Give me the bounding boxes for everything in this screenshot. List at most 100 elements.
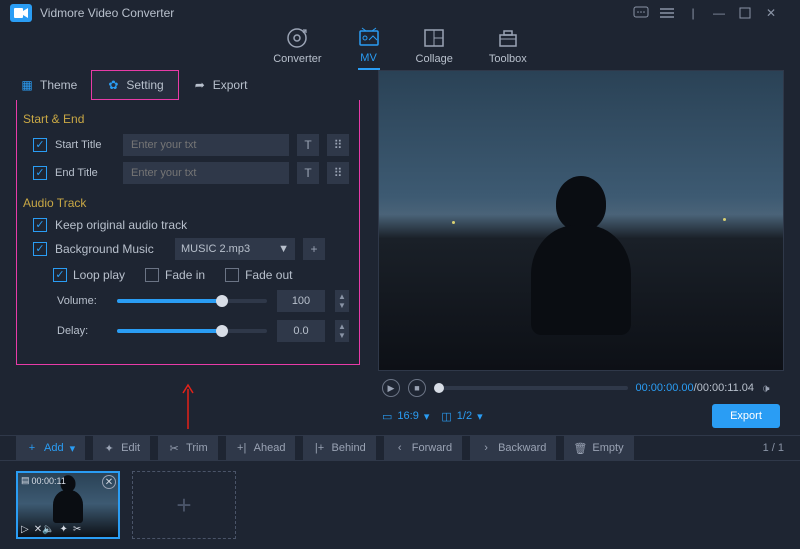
fade-in-label: Fade in [165, 268, 205, 282]
backward-button[interactable]: ›Backward [470, 436, 556, 460]
delay-slider[interactable] [117, 329, 267, 333]
ahead-icon: +| [236, 442, 248, 454]
loop-play-label: Loop play [73, 268, 125, 282]
subtab-setting-label: Setting [126, 78, 163, 92]
minimize-icon[interactable]: — [706, 0, 732, 26]
aspect-ratio-select[interactable]: ▭ 16:9 ▾ [382, 410, 429, 423]
tab-converter[interactable]: Converter [273, 27, 321, 69]
split-icon: ◫ [441, 410, 451, 423]
start-title-checkbox[interactable] [33, 138, 47, 152]
tab-mv[interactable]: MV [358, 26, 380, 70]
tab-mv-label: MV [360, 52, 377, 64]
export-button[interactable]: Export [712, 404, 780, 428]
clip-edit-icon[interactable]: ✦ [60, 524, 68, 535]
empty-button[interactable]: 🗑Empty [564, 436, 633, 460]
add-button[interactable]: +Add▾ [16, 436, 85, 460]
plus-icon: + [26, 442, 38, 454]
clip-duration: ▤00:00:11 [21, 475, 66, 486]
end-title-checkbox[interactable] [33, 166, 47, 180]
chevron-down-icon: ▼ [278, 243, 289, 255]
behind-button[interactable]: |+Behind [303, 436, 375, 460]
chevron-down-icon: ▾ [424, 410, 430, 423]
delay-label: Delay: [57, 325, 107, 337]
annotation-arrow-icon [16, 383, 360, 429]
stop-button[interactable]: ■ [408, 379, 426, 397]
maximize-icon[interactable] [732, 0, 758, 26]
subtab-theme-label: Theme [40, 78, 77, 92]
split-select[interactable]: ◫ 1/2 ▾ [441, 410, 482, 423]
progress-bar[interactable] [434, 386, 628, 390]
bg-music-label: Background Music [55, 242, 167, 256]
volume-value[interactable]: 100 [277, 290, 325, 312]
bg-music-checkbox[interactable] [33, 242, 47, 256]
forward-icon: ‹ [394, 442, 406, 454]
ahead-button[interactable]: +|Ahead [226, 436, 296, 460]
close-icon[interactable]: ✕ [758, 0, 784, 26]
start-title-font-button[interactable]: T [297, 134, 319, 156]
collage-icon [423, 27, 445, 49]
volume-stepper[interactable]: ▲▼ [335, 290, 349, 312]
theme-icon: ▦ [20, 78, 34, 92]
start-title-expand-button[interactable]: ⠿ [327, 134, 349, 156]
fade-out-label: Fade out [245, 268, 292, 282]
play-button[interactable]: ▶ [382, 379, 400, 397]
bg-music-value: MUSIC 2.mp3 [181, 243, 250, 255]
mv-icon [358, 26, 380, 48]
converter-icon [286, 27, 308, 49]
fade-in-checkbox[interactable] [145, 268, 159, 282]
clip-remove-button[interactable]: ✕ [102, 475, 116, 489]
chevron-down-icon: ▾ [477, 410, 483, 423]
behind-icon: |+ [313, 442, 325, 454]
wand-icon: ✦ [103, 442, 115, 455]
chevron-down-icon: ▾ [70, 442, 76, 455]
time-display: 00:00:00.00/00:00:11.04 [636, 382, 754, 394]
gear-icon: ✿ [106, 78, 120, 92]
clip-mute-icon[interactable]: ✕🔈 [34, 524, 55, 535]
tab-toolbox-label: Toolbox [489, 53, 527, 65]
clip-play-icon[interactable]: ▷ [21, 524, 29, 535]
app-title: Vidmore Video Converter [40, 6, 628, 20]
bg-music-select[interactable]: MUSIC 2.mp3 ▼ [175, 238, 295, 260]
subtab-export[interactable]: ➦ Export [179, 70, 262, 100]
toolbox-icon [497, 27, 519, 49]
trash-icon: 🗑 [574, 442, 586, 455]
start-title-input[interactable] [123, 134, 289, 156]
volume-icon[interactable]: 🕩 [762, 381, 780, 396]
subtab-setting[interactable]: ✿ Setting [91, 70, 178, 100]
clip-trim-icon[interactable]: ✂ [73, 524, 81, 535]
tab-collage[interactable]: Collage [416, 27, 453, 69]
add-clip-button[interactable]: + [132, 471, 236, 539]
end-title-input[interactable] [123, 162, 289, 184]
end-title-font-button[interactable]: T [297, 162, 319, 184]
trim-button[interactable]: ✂Trim [158, 436, 218, 460]
fade-out-checkbox[interactable] [225, 268, 239, 282]
loop-play-checkbox[interactable] [53, 268, 67, 282]
subtab-export-label: Export [213, 78, 248, 92]
bg-music-add-button[interactable]: + [303, 238, 325, 260]
app-logo-icon [10, 4, 32, 22]
start-title-label: Start Title [55, 139, 115, 151]
volume-slider[interactable] [117, 299, 267, 303]
audio-track-heading: Audio Track [23, 196, 349, 210]
export-icon: ➦ [193, 78, 207, 92]
forward-button[interactable]: ‹Forward [384, 436, 462, 460]
end-title-expand-button[interactable]: ⠿ [327, 162, 349, 184]
volume-label: Volume: [57, 295, 107, 307]
backward-icon: › [480, 442, 492, 454]
menu-icon[interactable] [654, 0, 680, 26]
page-indicator: 1 / 1 [763, 442, 784, 454]
keep-original-checkbox[interactable] [33, 218, 47, 232]
delay-stepper[interactable]: ▲▼ [335, 320, 349, 342]
subtab-theme[interactable]: ▦ Theme [6, 70, 91, 100]
keep-original-label: Keep original audio track [55, 218, 187, 232]
edit-button[interactable]: ✦Edit [93, 436, 150, 460]
clip-thumbnail[interactable]: ▤00:00:11 ✕ ▷ ✕🔈 ✦ ✂ [16, 471, 120, 539]
tab-toolbox[interactable]: Toolbox [489, 27, 527, 69]
end-title-label: End Title [55, 167, 115, 179]
divider-icon: | [680, 0, 706, 26]
aspect-icon: ▭ [382, 410, 392, 423]
scissors-icon: ✂ [168, 442, 180, 455]
tab-converter-label: Converter [273, 53, 321, 65]
feedback-icon[interactable] [628, 0, 654, 26]
delay-value[interactable]: 0.0 [277, 320, 325, 342]
